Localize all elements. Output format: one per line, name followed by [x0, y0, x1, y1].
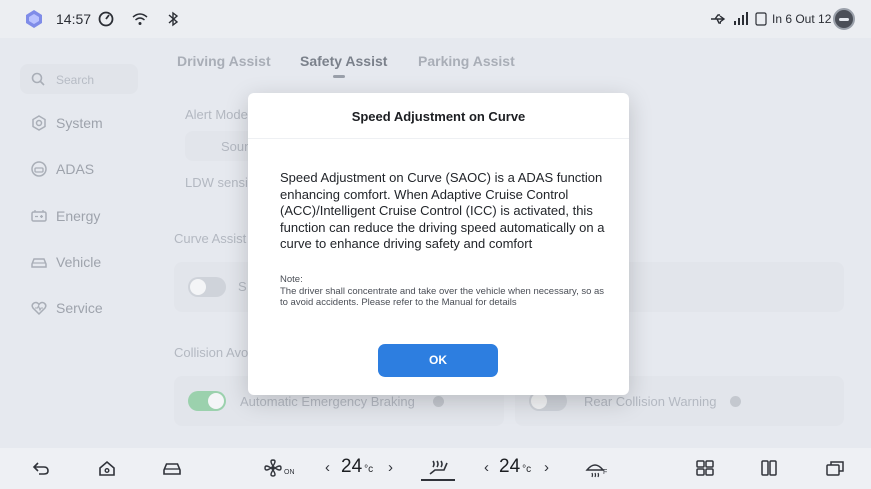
- clock: 14:57: [56, 11, 92, 27]
- saoc-info-dialog: Speed Adjustment on Curve Speed Adjustme…: [248, 93, 629, 395]
- sim-icon: [755, 12, 767, 26]
- sound-option[interactable]: Sound: [185, 131, 259, 161]
- battery-icon: [31, 210, 47, 222]
- ok-button[interactable]: OK: [378, 344, 498, 377]
- avatar-icon[interactable]: [833, 8, 855, 30]
- sidebar-item-service[interactable]: Service: [26, 296, 146, 320]
- drive-mode-icon: [98, 11, 114, 27]
- sidebar-item-label: ADAS: [56, 161, 95, 177]
- info-icon[interactable]: [730, 396, 741, 407]
- aeb-label: Automatic Emergency Braking: [240, 394, 415, 409]
- note-title: Note:: [280, 274, 303, 285]
- active-tab-indicator: [333, 75, 345, 78]
- alert-mode-label: Alert Mode: [185, 107, 248, 122]
- tab-driving-assist[interactable]: Driving Assist: [177, 53, 271, 69]
- gear-icon: [32, 115, 46, 131]
- seat-heat-icon[interactable]: [426, 458, 452, 478]
- home-icon[interactable]: [96, 458, 118, 478]
- sidebar-item-vehicle[interactable]: Vehicle: [26, 250, 146, 274]
- sidebar-item-label: System: [56, 115, 103, 131]
- right-temp-up[interactable]: ›: [544, 459, 549, 476]
- split-screen-icon[interactable]: [758, 458, 780, 478]
- aeb-toggle[interactable]: [188, 391, 226, 411]
- note-text: The driver shall concentrate and take ov…: [280, 285, 605, 309]
- wifi-icon: [132, 13, 148, 25]
- bottom-dock: ON ‹ 24 °c › ‹ 24 °c › F: [0, 448, 871, 489]
- sidebar: Search System ADAS Energy Vehicle Servic…: [0, 38, 150, 448]
- left-temp-up[interactable]: ›: [388, 459, 393, 476]
- right-temp-down[interactable]: ‹: [484, 459, 489, 476]
- sidebar-item-adas[interactable]: ADAS: [26, 157, 146, 181]
- left-temp-down[interactable]: ‹: [325, 459, 330, 476]
- curve-toggle[interactable]: [188, 277, 226, 297]
- sidebar-item-label: Vehicle: [56, 254, 102, 270]
- left-temperature: 24 °c: [341, 456, 373, 478]
- right-temp-unit: °c: [522, 464, 532, 475]
- status-bar: 14:57 In 6 Out 12: [0, 0, 871, 38]
- left-temp-unit: °c: [364, 464, 374, 475]
- dialog-note: Note: The driver shall concentrate and t…: [280, 274, 606, 309]
- apps-grid-icon[interactable]: [694, 458, 716, 478]
- back-icon[interactable]: [30, 458, 52, 478]
- fan-status: ON: [284, 469, 295, 476]
- traffic-counter: In 6 Out 12: [772, 12, 832, 26]
- left-temp-value: 24: [341, 456, 363, 477]
- fan-icon[interactable]: [263, 458, 285, 478]
- multi-window-icon[interactable]: [824, 458, 846, 478]
- right-temperature: 24 °c: [499, 456, 531, 478]
- cellular-signal-icon: [734, 12, 748, 25]
- sidebar-item-energy[interactable]: Energy: [26, 204, 146, 228]
- sidebar-item-label: Energy: [56, 208, 101, 224]
- info-icon[interactable]: [433, 396, 444, 407]
- car-icon[interactable]: [161, 458, 183, 478]
- heart-icon: [31, 301, 47, 316]
- tab-parking-assist[interactable]: Parking Assist: [418, 53, 515, 69]
- search-icon: [31, 72, 45, 86]
- rcw-label: Rear Collision Warning: [584, 394, 717, 409]
- seat-heat-indicator: [421, 479, 455, 481]
- curve-item-label: S: [238, 279, 247, 294]
- right-temp-value: 24: [499, 456, 521, 477]
- car-radar-icon: [31, 161, 47, 177]
- dialog-title: Speed Adjustment on Curve: [248, 93, 629, 139]
- app-logo-icon[interactable]: [24, 9, 44, 29]
- bluetooth-icon: [168, 11, 179, 27]
- defrost-label: F: [603, 469, 608, 476]
- curve-assist-label: Curve Assist: [174, 231, 247, 246]
- usb-icon: [711, 14, 726, 24]
- vehicle-icon: [31, 258, 47, 268]
- search-input[interactable]: Search: [20, 64, 138, 94]
- sidebar-item-label: Service: [56, 300, 103, 316]
- dialog-body: Speed Adjustment on Curve (SAOC) is a AD…: [280, 170, 605, 251]
- tab-safety-assist[interactable]: Safety Assist: [300, 53, 387, 69]
- search-placeholder: Search: [56, 73, 95, 87]
- sidebar-item-system[interactable]: System: [26, 111, 146, 135]
